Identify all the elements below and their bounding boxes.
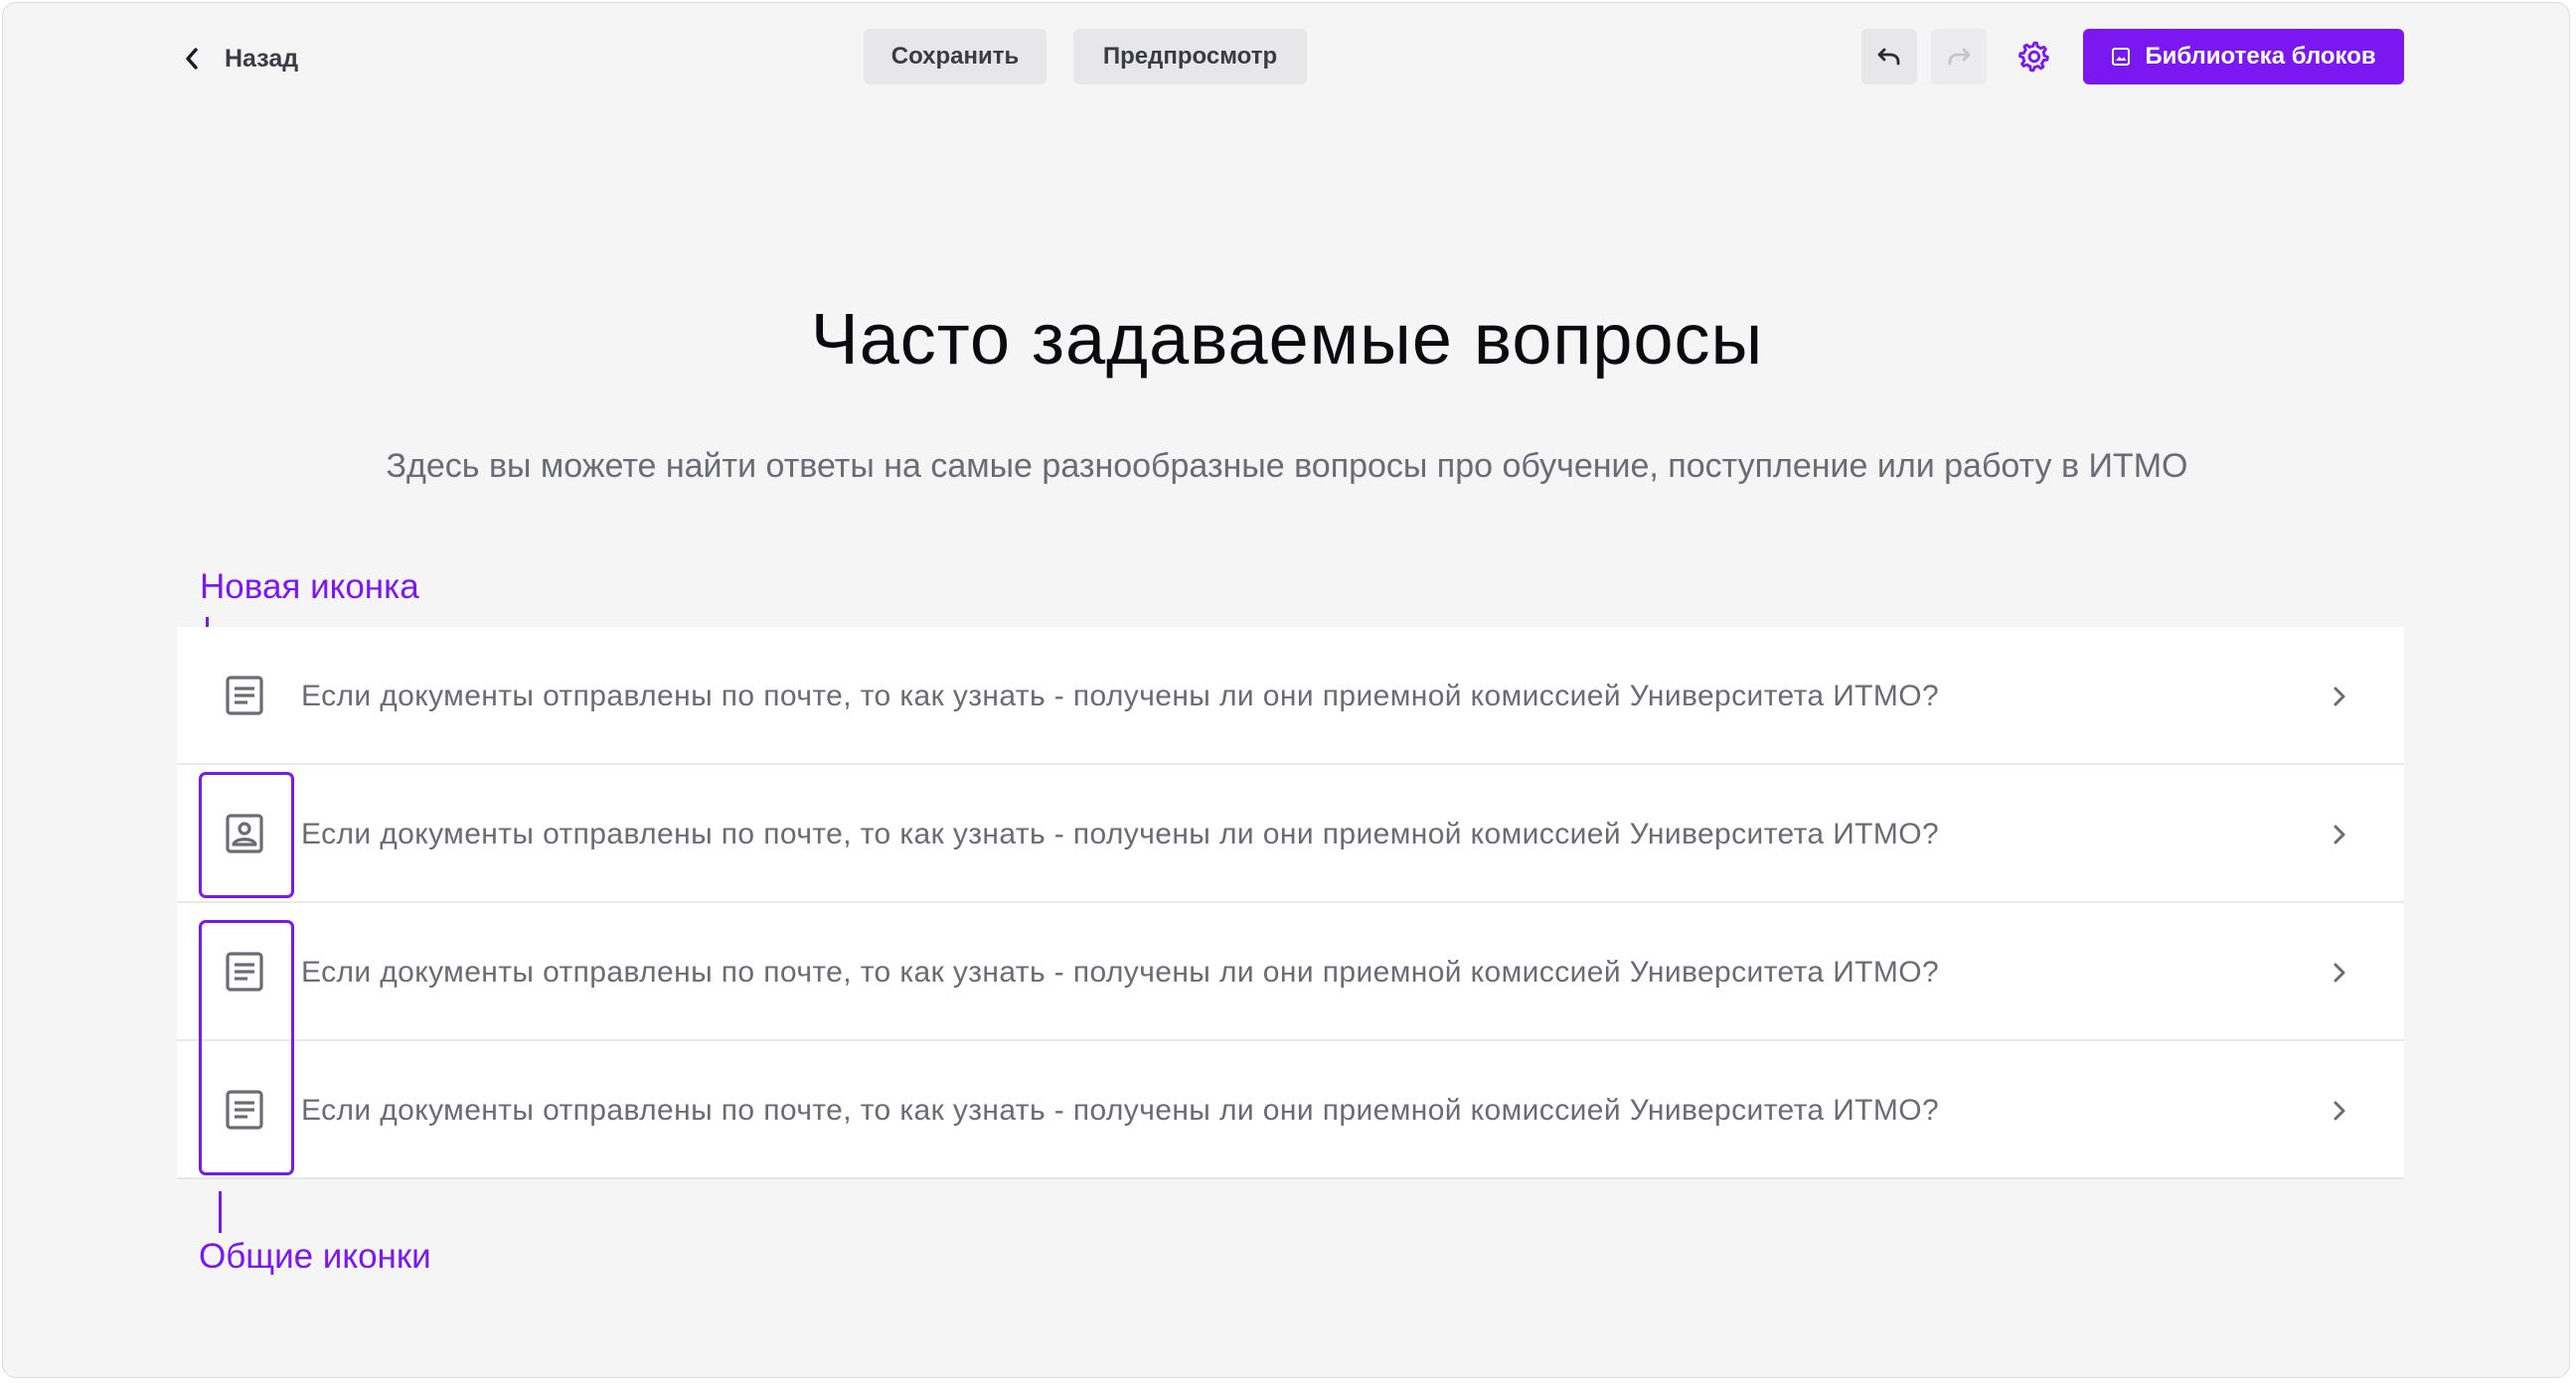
- undo-button[interactable]: [1861, 29, 1917, 84]
- annotation-common-icons-box: [199, 920, 294, 1175]
- image-icon: [2112, 48, 2131, 66]
- chevron-right-icon: [2334, 687, 2345, 706]
- block-library-label: Библиотека блоков: [2145, 43, 2376, 70]
- block-library-button[interactable]: Библиотека блоков: [2083, 29, 2404, 84]
- faq-question: Если документы отправлены по почте, то к…: [301, 955, 1940, 989]
- redo-icon: [1948, 48, 1971, 66]
- chevron-right-icon: [2334, 825, 2345, 845]
- chevron-right-icon: [2334, 1101, 2345, 1121]
- annotation-new-icon-box: [199, 772, 294, 898]
- faq-item[interactable]: Если документы отправлены по почте, то к…: [177, 765, 2404, 903]
- back-button[interactable]: Назад: [185, 39, 298, 78]
- faq-item[interactable]: Если документы отправлены по почте, то к…: [177, 903, 2404, 1041]
- page-subtitle: Здесь вы можете найти ответы на самые ра…: [386, 447, 2188, 485]
- document-icon: [226, 676, 263, 715]
- undo-icon: [1877, 48, 1900, 66]
- faq-question: Если документы отправлены по почте, то к…: [301, 1093, 1940, 1127]
- page-title: Часто задаваемые вопросы: [810, 300, 1764, 380]
- gear-icon: [2018, 41, 2049, 73]
- redo-button[interactable]: [1931, 29, 1987, 84]
- annotation-common-icons-label: Общие иконки: [199, 1237, 431, 1276]
- annotation-common-icons-line: [219, 1191, 222, 1233]
- faq-question: Если документы отправлены по почте, то к…: [301, 817, 1940, 850]
- faq-item[interactable]: Если документы отправлены по почте, то к…: [177, 1041, 2404, 1179]
- faq-list: Если документы отправлены по почте, то к…: [177, 627, 2404, 1179]
- chevron-left-icon: [186, 48, 198, 70]
- faq-item[interactable]: Если документы отправлены по почте, то к…: [177, 627, 2404, 765]
- annotation-new-icon-label: Новая иконка: [200, 567, 419, 606]
- chevron-right-icon: [2334, 963, 2345, 983]
- faq-question: Если документы отправлены по почте, то к…: [301, 679, 1940, 712]
- preview-button[interactable]: Предпросмотр: [1073, 29, 1307, 84]
- save-button[interactable]: Сохранить: [864, 29, 1046, 84]
- settings-button[interactable]: [2007, 29, 2062, 84]
- editor-canvas: Назад Сохранить Предпросмотр Библиотека …: [2, 2, 2570, 1378]
- back-label: Назад: [225, 44, 299, 73]
